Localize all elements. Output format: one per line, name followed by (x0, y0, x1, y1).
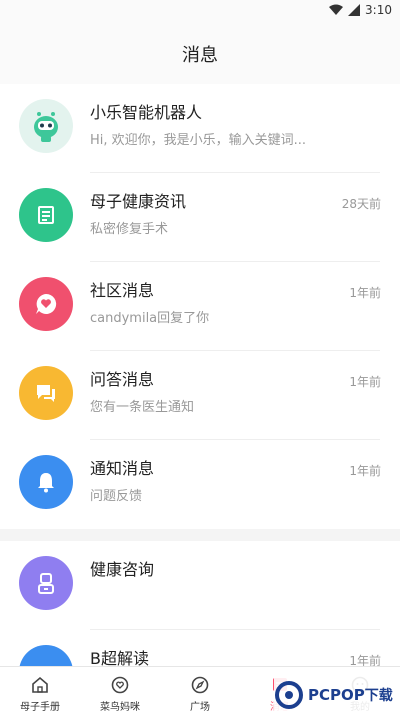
page-header: 消息 (0, 24, 400, 84)
chat-bubbles-icon (37, 385, 55, 402)
message-title: 问答消息 (90, 370, 155, 389)
heart-chat-icon (111, 676, 129, 693)
message-preview: 问题反馈 (90, 489, 143, 504)
watermark: PCPOP 下载 (274, 676, 394, 714)
watermark-brand: PCPOP (308, 686, 365, 704)
message-time: 28天前 (341, 197, 381, 211)
message-title: 健康咨询 (90, 560, 155, 579)
heart-bubble-icon (36, 293, 57, 314)
wifi-icon (329, 4, 344, 15)
tab-label: 广场 (190, 701, 210, 713)
doctor-icon (38, 573, 54, 594)
compass-icon (191, 676, 209, 693)
status-icons: 3:10 (329, 3, 392, 17)
consult-avatar (19, 556, 73, 610)
message-title: 通知消息 (90, 459, 155, 478)
message-list: 小乐智能机器人 Hi, 欢迎你，我是小乐，输入关键词... 母子健康资讯 私密修… (0, 84, 400, 719)
message-item-consult[interactable]: 健康咨询 (0, 541, 400, 630)
message-time: 1年前 (349, 375, 381, 389)
message-time: 1年前 (349, 286, 381, 300)
qa-avatar (19, 366, 73, 420)
message-preview: 您有一条医生通知 (90, 400, 195, 415)
tab-label: 母子手册 (20, 701, 60, 713)
message-preview: 私密修复手术 (90, 222, 169, 237)
message-item-robot[interactable]: 小乐智能机器人 Hi, 欢迎你，我是小乐，输入关键词... (0, 84, 400, 173)
news-icon (38, 206, 54, 224)
status-time: 3:10 (365, 3, 392, 17)
health-news-avatar (19, 188, 73, 242)
message-preview: Hi, 欢迎你，我是小乐，输入关键词... (90, 133, 307, 148)
message-title: 小乐智能机器人 (90, 103, 203, 122)
robot-avatar (19, 99, 73, 153)
community-avatar (19, 277, 73, 331)
message-title: 母子健康资讯 (90, 192, 187, 211)
message-item-health-news[interactable]: 母子健康资讯 私密修复手术 28天前 (0, 173, 400, 262)
message-item-notice[interactable]: 通知消息 问题反馈 1年前 (0, 440, 400, 529)
signal-icon (348, 4, 361, 16)
watermark-suffix: 下载 (364, 688, 393, 704)
home-icon (32, 676, 48, 693)
page-title: 消息 (182, 45, 218, 66)
tab-label: 菜鸟妈咪 (100, 701, 140, 713)
pcpop-logo-icon (275, 681, 303, 709)
status-bar: 3:10 (0, 0, 400, 24)
message-title: 社区消息 (90, 281, 155, 300)
tab-square[interactable]: 广场 (160, 667, 240, 720)
bell-icon (38, 473, 54, 493)
message-time: 1年前 (349, 464, 381, 478)
message-preview: candymila回复了你 (90, 311, 210, 326)
robot-icon (34, 112, 58, 142)
tab-newbie-mom[interactable]: 菜鸟妈咪 (80, 667, 160, 720)
notice-avatar (19, 455, 73, 509)
section-gap (0, 529, 400, 541)
message-item-qa[interactable]: 问答消息 您有一条医生通知 1年前 (0, 351, 400, 440)
message-item-community[interactable]: 社区消息 candymila回复了你 1年前 (0, 262, 400, 351)
tab-handbook[interactable]: 母子手册 (0, 667, 80, 720)
